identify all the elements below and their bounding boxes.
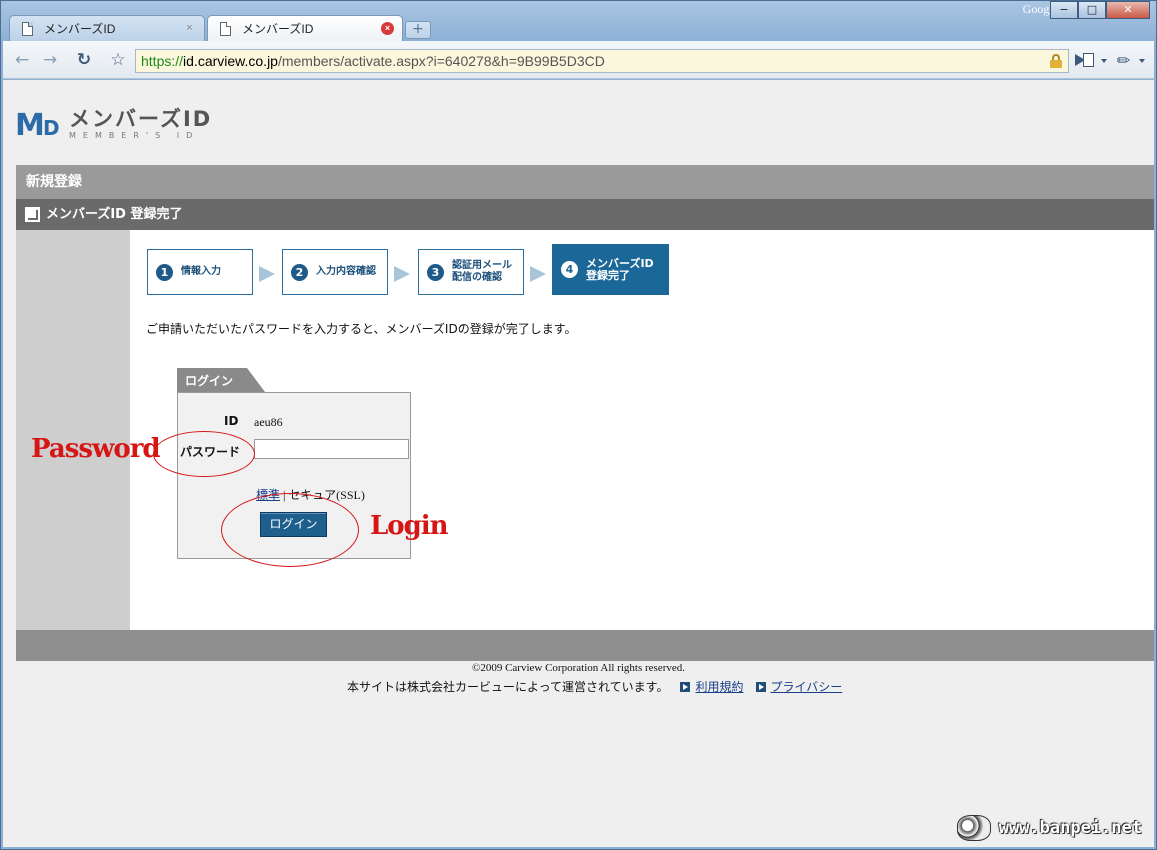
page-menu-button[interactable] (1081, 50, 1109, 72)
url-scheme: https:// (141, 53, 184, 69)
id-value: aeu86 (254, 415, 283, 429)
tab-2-label: メンバーズID (242, 22, 314, 36)
watermark-logo (956, 815, 991, 841)
step-number: 3 (427, 263, 444, 281)
copyright: ©2009 Carview Corporation All rights res… (471, 662, 686, 674)
step-label-line2: 配信の確認 (452, 272, 502, 283)
page-menu-icon (1083, 53, 1094, 67)
operator-text: 本サイトは株式会社カービューによって運営されています。 (347, 680, 669, 694)
logo-mark: MD (15, 108, 60, 143)
close-icon[interactable]: × (381, 22, 394, 35)
password-input[interactable] (254, 439, 409, 459)
step-label: 情報入力 (181, 266, 221, 277)
maximize-button[interactable]: □ (1078, 1, 1106, 19)
browser-window: メンバーズID × メンバーズID × + Google − □ ✕ ← → ↻… (0, 0, 1157, 850)
left-column (16, 230, 130, 630)
wrench-menu-button[interactable]: ✎ (1112, 49, 1147, 72)
address-bar[interactable]: https://id.carview.co.jp/members/activat… (135, 49, 1069, 73)
intro-text: ご申請いただいたパスワードを入力すると、メンバーズIDの登録が完了します。 (146, 322, 577, 336)
step-2: 2 入力内容確認 (282, 249, 388, 295)
subsection-title: メンバーズID 登録完了 (46, 207, 183, 222)
page-icon (22, 22, 33, 36)
main-content: 1 情報入力 2 入力内容確認 3 認証用メール 配信の確認 4 メンバーズID 登… (16, 230, 1154, 630)
section-header: 新規登録 (16, 165, 1154, 199)
tab-1[interactable]: メンバーズID × (9, 15, 205, 41)
step-arrow-icon (530, 266, 546, 282)
new-tab-button[interactable]: + (405, 21, 431, 39)
minimize-button[interactable]: − (1050, 1, 1078, 19)
step-1: 1 情報入力 (147, 249, 253, 295)
step-3: 3 認証用メール 配信の確認 (418, 249, 524, 295)
logo-subtitle: MEMBER'S ID (69, 131, 200, 140)
step-number: 1 (156, 263, 173, 281)
logo-title: メンバーズID (69, 107, 213, 131)
id-label: ID (224, 414, 239, 428)
step-arrow-icon (394, 266, 410, 282)
chevron-down-icon (1139, 59, 1145, 63)
password-annotation: Password (31, 434, 161, 464)
login-panel-tab: ログイン (177, 368, 265, 392)
url-host: id.carview.co.jp (183, 53, 278, 69)
star-icon[interactable]: ☆ (107, 50, 129, 72)
step-number: 4 (561, 261, 578, 278)
forward-icon[interactable]: → (39, 50, 61, 72)
chevron-down-icon (1101, 59, 1107, 63)
window-controls: − □ ✕ (1050, 1, 1150, 19)
wrench-icon: ✎ (1112, 49, 1136, 72)
url-path: /members/activate.aspx?i=640278&h=9B99B5… (277, 53, 605, 69)
watermark: www.banpei.net (956, 815, 1142, 841)
page-icon (220, 22, 231, 36)
login-panel-title: ログイン (185, 374, 234, 388)
login-circle-annotation (221, 493, 359, 567)
step-number: 2 (291, 263, 308, 281)
step-arrow-icon (259, 266, 275, 282)
arrow-right-icon (755, 681, 766, 692)
browser-toolbar: ← → ↻ ☆ https://id.carview.co.jp/members… (3, 41, 1154, 79)
login-annotation: Login (370, 511, 449, 541)
page-viewport: MD メンバーズID MEMBER'S ID 新規登録 メンバーズID 登録完了… (3, 80, 1154, 847)
step-label: 入力内容確認 (316, 266, 376, 277)
lock-icon[interactable] (1050, 54, 1062, 68)
title-bar: メンバーズID × メンバーズID × + Google − □ ✕ (1, 1, 1156, 41)
password-circle-annotation (153, 431, 255, 477)
terms-link[interactable]: 利用規約 (695, 678, 743, 695)
footer-links: 本サイトは株式会社カービューによって運営されています。 利用規約 プライバシー (347, 678, 842, 695)
step-label-line2: 登録完了 (586, 268, 630, 282)
back-icon[interactable]: ← (11, 50, 33, 72)
step-label-line1: 認証用メール (452, 260, 512, 271)
watermark-text: www.banpei.net (998, 818, 1142, 838)
tab-1-label: メンバーズID (44, 22, 116, 36)
subsection-header: メンバーズID 登録完了 (16, 199, 1154, 230)
close-window-button[interactable]: ✕ (1106, 1, 1150, 19)
reload-icon[interactable]: ↻ (73, 50, 95, 72)
site-logo[interactable]: MD メンバーズID MEMBER'S ID (15, 106, 213, 143)
close-icon[interactable]: × (183, 22, 196, 35)
privacy-link[interactable]: プライバシー (771, 678, 843, 695)
arrow-right-icon (680, 681, 691, 692)
tab-2[interactable]: メンバーズID × (207, 15, 403, 41)
footer-bar (16, 630, 1154, 661)
arrow-down-right-icon (25, 207, 40, 222)
step-4-current: 4 メンバーズID 登録完了 (552, 244, 669, 295)
